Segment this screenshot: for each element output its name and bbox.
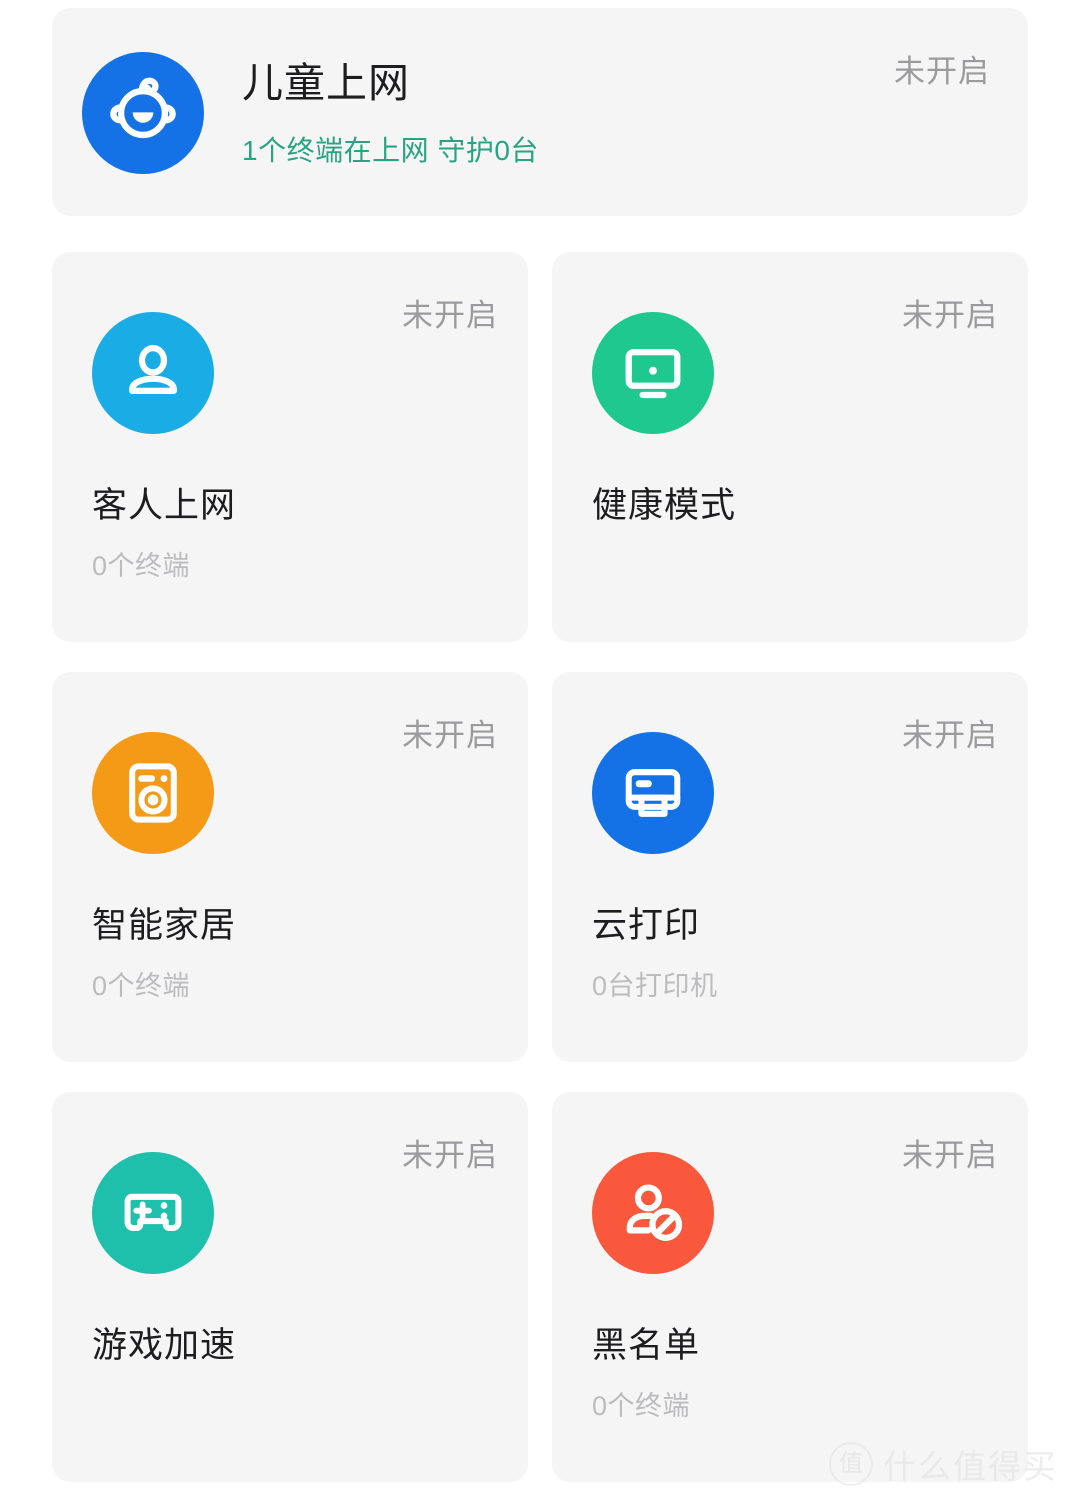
router-features-page: 儿童上网 1个终端在上网 守护0台 未开启 未开启 客人上网 0个终端 未开启 <box>0 0 1080 1504</box>
tile-subtitle: 0个终端 <box>92 551 191 581</box>
printer-icon <box>592 732 714 854</box>
tile-title: 健康模式 <box>592 486 737 525</box>
tile-title: 云打印 <box>592 906 701 945</box>
tile-subtitle: 0个终端 <box>92 971 191 1001</box>
status-badge: 未开启 <box>402 1138 498 1173</box>
card-blacklist[interactable]: 未开启 黑名单 0个终端 <box>552 1092 1028 1482</box>
gamepad-icon <box>92 1152 214 1274</box>
person-blocked-icon <box>592 1152 714 1274</box>
hero-subtitle: 1个终端在上网 守护0台 <box>242 135 539 167</box>
card-guest-network[interactable]: 未开启 客人上网 0个终端 <box>52 252 528 642</box>
baby-face-icon <box>82 52 204 174</box>
feature-grid: 未开启 客人上网 0个终端 未开启 健康模式 未开启 智能家居 0个终端 未开启… <box>52 252 1028 1482</box>
status-badge: 未开启 <box>402 298 498 333</box>
card-smart-home[interactable]: 未开启 智能家居 0个终端 <box>52 672 528 1062</box>
status-badge: 未开启 <box>894 54 990 89</box>
status-badge: 未开启 <box>902 718 998 753</box>
hero-text-block: 儿童上网 1个终端在上网 守护0台 <box>242 60 539 169</box>
tile-subtitle: 0台打印机 <box>592 971 718 1001</box>
monitor-icon <box>592 312 714 434</box>
card-game-boost[interactable]: 未开启 游戏加速 <box>52 1092 528 1482</box>
tile-title: 客人上网 <box>92 486 237 525</box>
tile-title: 游戏加速 <box>92 1326 237 1365</box>
tile-title: 黑名单 <box>592 1326 701 1365</box>
person-icon <box>92 312 214 434</box>
page-title: 儿童上网 <box>242 60 410 106</box>
tile-title: 智能家居 <box>92 906 237 945</box>
card-cloud-print[interactable]: 未开启 云打印 0台打印机 <box>552 672 1028 1062</box>
card-child-internet[interactable]: 儿童上网 1个终端在上网 守护0台 未开启 <box>52 8 1028 216</box>
card-health-mode[interactable]: 未开启 健康模式 <box>552 252 1028 642</box>
washing-machine-icon <box>92 732 214 854</box>
watermark: 值 什么值得买 <box>829 1440 1058 1488</box>
status-badge: 未开启 <box>402 718 498 753</box>
watermark-text: 什么值得买 <box>883 1448 1058 1485</box>
status-badge: 未开启 <box>902 298 998 333</box>
watermark-logo-icon: 值 <box>829 1442 873 1486</box>
tile-subtitle: 0个终端 <box>592 1391 691 1421</box>
status-badge: 未开启 <box>902 1138 998 1173</box>
